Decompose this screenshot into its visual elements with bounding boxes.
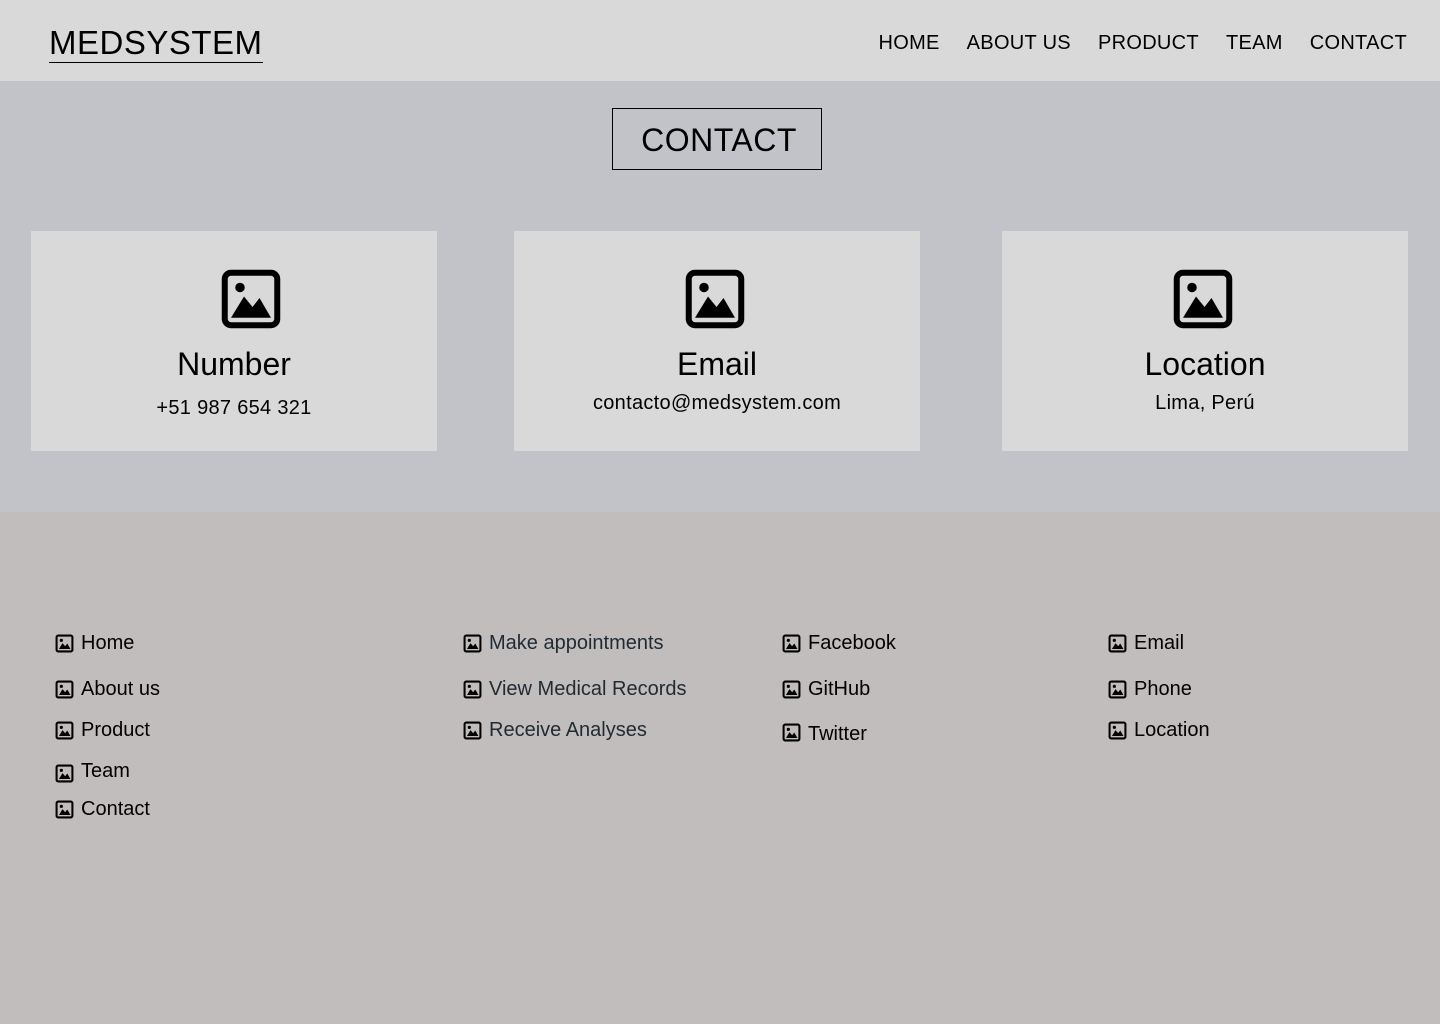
footer-link-label: About us: [81, 678, 160, 700]
image-icon: [782, 680, 801, 698]
footer-link-label: Email: [1134, 632, 1185, 654]
footer-link-label: Location: [1134, 719, 1210, 741]
nav-home[interactable]: HOME: [878, 30, 939, 56]
footer-link-receive-analyses[interactable]: Receive Analyses: [463, 718, 647, 742]
image-icon: [782, 634, 801, 652]
image-icon: [55, 680, 74, 698]
location-value: Lima, Perú: [1155, 392, 1255, 414]
footer-link-facebook[interactable]: Facebook: [782, 631, 896, 655]
footer-link-make-appointments[interactable]: Make appointments: [463, 631, 664, 655]
image-icon: [463, 721, 482, 739]
footer-link-label: Contact: [81, 798, 150, 820]
image-icon: [1108, 634, 1127, 652]
image-icon: [1108, 680, 1127, 698]
footer-link-label: Receive Analyses: [489, 719, 647, 741]
footer-link-contact[interactable]: Contact: [55, 797, 150, 821]
footer-link-about-us[interactable]: About us: [55, 677, 160, 701]
footer-link-phone[interactable]: Phone: [1108, 677, 1192, 701]
footer-link-home[interactable]: Home: [55, 631, 134, 655]
footer-link-label: Twitter: [808, 723, 867, 745]
footer-link-label: Home: [81, 632, 135, 654]
footer-link-label: GitHub: [808, 678, 871, 700]
footer-link-label: Team: [81, 760, 130, 782]
contact-section: CONTACT Number +51 987 654 321 Email con…: [0, 81, 1440, 512]
site-footer: Home About us Product Team Contact Make …: [0, 512, 1440, 1024]
contact-card-location: Location Lima, Perú: [1002, 231, 1408, 451]
main-nav: HOME ABOUT US PRODUCT TEAM CONTACT: [878, 30, 1407, 56]
image-icon: [221, 269, 281, 329]
contact-card-email: Email contacto@medsystem.com: [514, 231, 920, 451]
card-title: Location: [1144, 346, 1266, 382]
image-icon: [1108, 721, 1127, 739]
footer-link-team[interactable]: Team: [55, 759, 130, 783]
image-icon: [55, 800, 74, 818]
image-icon: [782, 723, 801, 741]
footer-link-label: View Medical Records: [489, 678, 687, 700]
phone-number-value: +51 987 654 321: [156, 397, 312, 419]
site-header: MEDSYSTEM HOME ABOUT US PRODUCT TEAM CON…: [0, 0, 1440, 81]
image-icon: [463, 680, 482, 698]
footer-link-github[interactable]: GitHub: [782, 677, 870, 701]
image-icon: [463, 634, 482, 652]
footer-link-product[interactable]: Product: [55, 718, 150, 742]
logo-link[interactable]: MEDSYSTEM: [49, 24, 263, 63]
image-icon: [1173, 269, 1233, 329]
card-title: Email: [676, 346, 757, 382]
nav-product[interactable]: PRODUCT: [1098, 30, 1199, 56]
footer-link-label: Make appointments: [489, 632, 664, 654]
footer-link-email[interactable]: Email: [1108, 631, 1184, 655]
image-icon: [55, 721, 74, 739]
email-value: contacto@medsystem.com: [592, 392, 842, 414]
footer-link-twitter[interactable]: Twitter: [782, 718, 867, 746]
image-icon: [55, 764, 74, 782]
contact-card-number: Number +51 987 654 321: [31, 231, 437, 451]
card-title: Number: [177, 346, 291, 382]
image-icon: [55, 634, 74, 652]
footer-link-location[interactable]: Location: [1108, 718, 1210, 742]
footer-link-label: Facebook: [808, 632, 896, 654]
nav-contact[interactable]: CONTACT: [1310, 30, 1407, 56]
contact-title: CONTACT: [612, 108, 822, 170]
image-icon: [685, 269, 745, 329]
footer-link-label: Phone: [1134, 678, 1192, 700]
footer-link-label: Product: [81, 719, 150, 741]
footer-link-view-medical-records[interactable]: View Medical Records: [463, 677, 687, 701]
nav-about-us[interactable]: ABOUT US: [967, 30, 1071, 56]
nav-team[interactable]: TEAM: [1226, 30, 1283, 56]
